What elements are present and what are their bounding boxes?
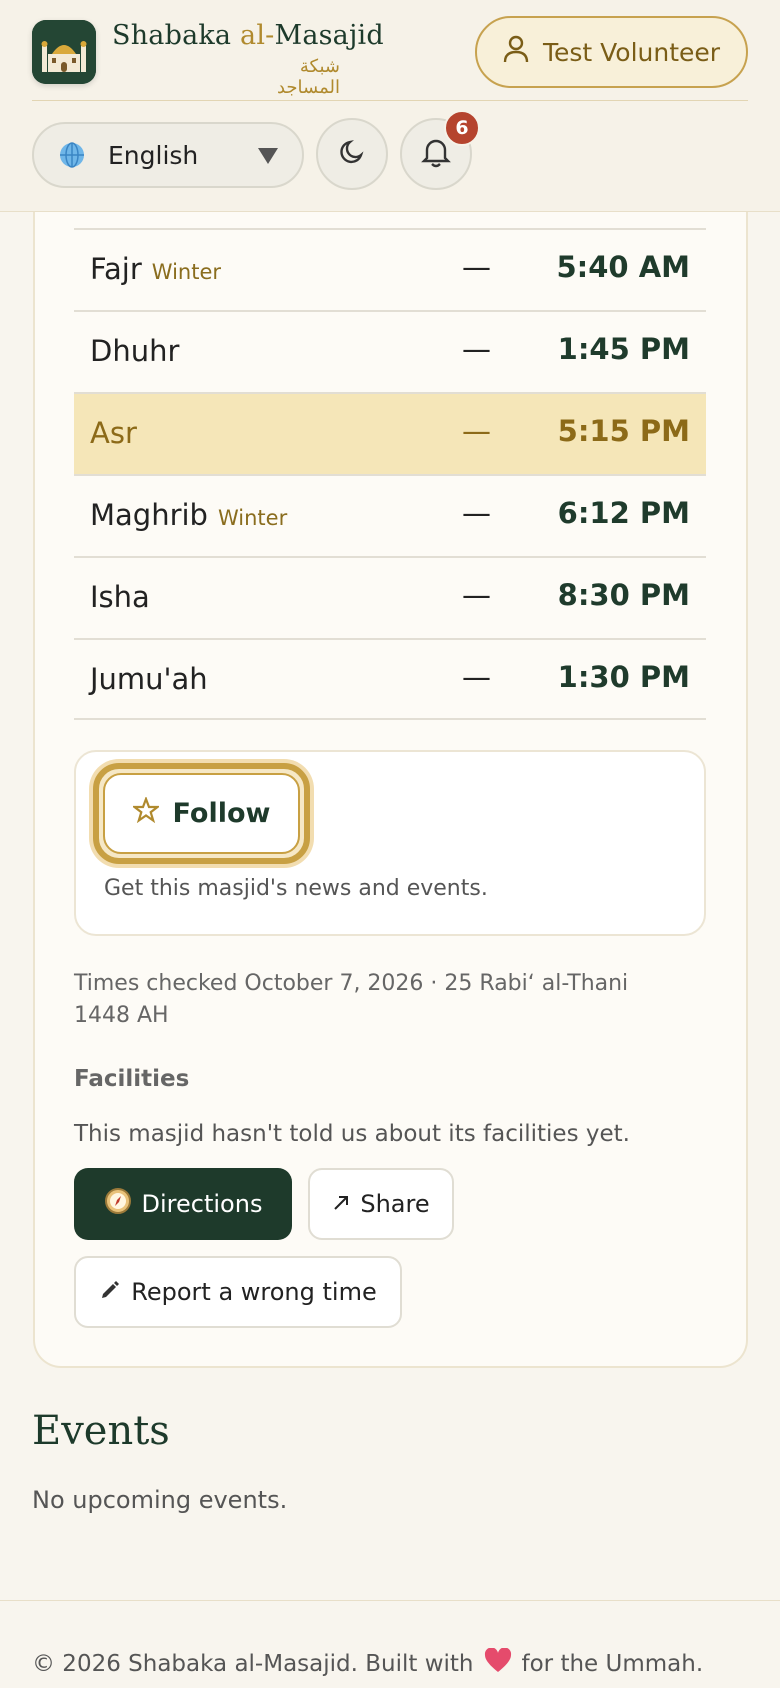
facilities-text: This masjid hasn't told us about its fac…: [74, 1121, 630, 1147]
globe-icon: [58, 141, 86, 169]
prayer-name: Jumu'ah: [90, 662, 208, 696]
star-icon: [130, 795, 161, 830]
prayer-row-dhuhr: Dhuhr — 1:45 PM: [74, 310, 706, 392]
adhan-time: —: [462, 250, 491, 284]
compass-icon: [104, 1187, 132, 1221]
report-label: Report a wrong time: [131, 1278, 377, 1306]
prayer-name: Maghrib Winter: [90, 498, 288, 532]
prayer-row-asr-current: Asr — 5:15 PM: [74, 392, 706, 474]
prayer-row-jumuah: Jumu'ah — 1:30 PM: [74, 638, 706, 720]
iqamah-time: 5:40 AM: [556, 250, 690, 284]
language-value: English: [108, 140, 199, 170]
events-heading: Events: [32, 1408, 170, 1454]
prayer-name: Isha: [90, 580, 150, 614]
iqamah-time: 5:15 PM: [557, 414, 690, 448]
prayer-name: Asr: [90, 416, 137, 450]
prayer-name: Dhuhr: [90, 334, 180, 368]
language-select[interactable]: English: [32, 122, 304, 188]
prayer-row-maghrib: Maghrib Winter — 6:12 PM: [74, 474, 706, 556]
notification-count-badge: 6: [444, 110, 480, 146]
header-divider: [32, 100, 748, 101]
user-name: Test Volunteer: [542, 37, 721, 67]
prayer-name: Fajr Winter: [90, 252, 222, 286]
adhan-time: —: [462, 578, 491, 612]
share-label: Share: [360, 1190, 430, 1218]
bell-icon: [421, 136, 451, 172]
moon-icon: [337, 137, 367, 171]
prayer-times-table: Fajr Winter — 5:40 AM Dhuhr — 1:45 PM Asr…: [74, 228, 706, 720]
share-button[interactable]: Share: [308, 1168, 454, 1240]
iqamah-time: 1:30 PM: [557, 660, 690, 694]
heart-icon: [484, 1647, 512, 1680]
arrow-up-right-icon: [332, 1190, 350, 1218]
adhan-time: —: [462, 496, 491, 530]
directions-label: Directions: [141, 1190, 263, 1218]
directions-button[interactable]: Directions: [74, 1168, 292, 1240]
follow-button[interactable]: Follow: [93, 763, 310, 864]
mosque-logo-icon[interactable]: [32, 20, 96, 84]
footer-copyright: © 2026 Shabaka al-Masajid. Built with: [32, 1651, 474, 1677]
adhan-time: —: [462, 660, 491, 694]
chevron-down-icon: [258, 148, 278, 164]
prayer-row-isha: Isha — 8:30 PM: [74, 556, 706, 638]
user-profile-button[interactable]: Test Volunteer: [475, 16, 748, 88]
footer: © 2026 Shabaka al-Masajid. Built with fo…: [32, 1647, 704, 1680]
dark-mode-toggle[interactable]: [316, 118, 388, 190]
top-header: Shabaka al-Masajid شبكة المساجد Test Vol…: [0, 0, 780, 212]
brand-name: Shabaka al-Masajid: [112, 20, 384, 51]
user-icon: [503, 35, 529, 69]
times-checked-note: Times checked October 7, 2026 · 25 Rabiʻ…: [74, 971, 629, 1028]
facilities-heading: Facilities: [74, 1066, 190, 1092]
adhan-time: —: [462, 414, 491, 448]
iqamah-time: 8:30 PM: [557, 578, 690, 612]
prayer-row-fajr: Fajr Winter — 5:40 AM: [74, 228, 706, 310]
follow-label: Follow: [172, 798, 271, 829]
follow-button-inner[interactable]: Follow: [103, 773, 300, 854]
iqamah-time: 1:45 PM: [557, 332, 690, 366]
footer-divider: [0, 1600, 780, 1601]
follow-description: Get this masjid's news and events.: [104, 876, 488, 901]
events-empty-message: No upcoming events.: [32, 1486, 288, 1514]
footer-tagline: for the Ummah.: [521, 1651, 704, 1677]
season-tag: Winter: [151, 260, 222, 284]
iqamah-time: 6:12 PM: [557, 496, 690, 530]
season-tag: Winter: [217, 506, 288, 530]
adhan-time: —: [462, 332, 491, 366]
brand-arabic-name: شبكة المساجد: [276, 56, 340, 98]
pencil-icon: [99, 1278, 121, 1306]
report-wrong-time-button[interactable]: Report a wrong time: [74, 1256, 402, 1328]
